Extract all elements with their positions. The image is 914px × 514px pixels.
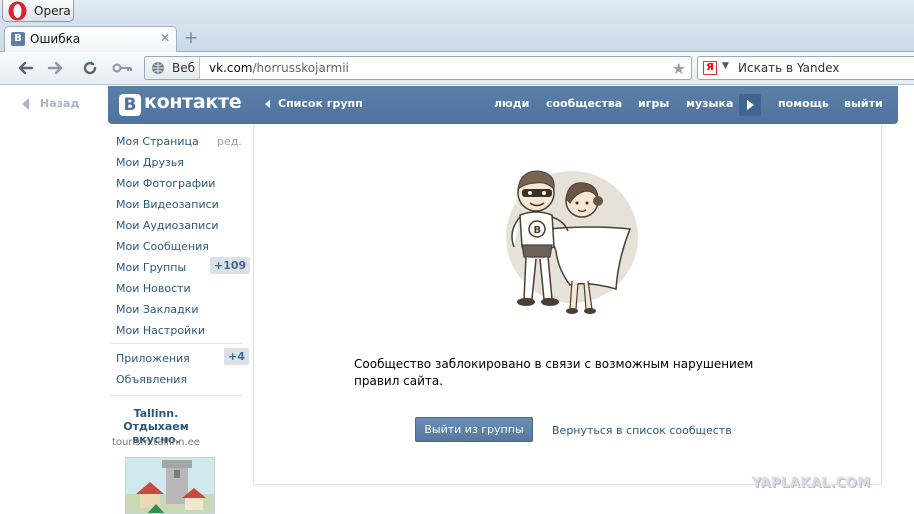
- groups-back-chevron-icon: [265, 100, 270, 108]
- sidebar-item-ads[interactable]: Объявления: [116, 373, 187, 386]
- sidebar-item-bookmarks[interactable]: Мои Закладки: [116, 303, 198, 316]
- url-path: /horrusskojarmii: [252, 61, 349, 75]
- sidebar-divider: [110, 343, 242, 344]
- back-chevron-icon: [22, 98, 29, 110]
- new-tab-plus-icon[interactable]: +: [183, 30, 199, 47]
- nav-more-button[interactable]: [739, 94, 761, 116]
- url-text: vk.com/horrusskojarmii: [209, 61, 349, 75]
- key-icon[interactable]: [110, 57, 136, 79]
- groups-list-link[interactable]: Список групп: [278, 97, 363, 110]
- nav-music[interactable]: музыка: [686, 97, 733, 110]
- sidebar-item-photos[interactable]: Мои Фотографии: [116, 177, 215, 190]
- vk-favicon-icon: В: [11, 32, 25, 46]
- sidebar-item-friends[interactable]: Мои Друзья: [116, 156, 184, 169]
- navigation-bar: Веб vk.com/horrusskojarmii ★ Я ▼ Искать …: [0, 52, 914, 85]
- forward-arrow-icon[interactable]: [45, 57, 67, 79]
- site-badge[interactable]: Веб: [145, 57, 200, 79]
- url-domain: vk.com: [209, 61, 253, 75]
- search-input[interactable]: Искать в Yandex: [738, 61, 839, 75]
- back-arrow-icon[interactable]: [14, 57, 36, 79]
- groups-count-badge[interactable]: +109: [210, 257, 251, 274]
- bookmark-star-icon[interactable]: ★: [672, 59, 686, 78]
- opera-logo-icon: [8, 1, 27, 21]
- sidebar-edit-link[interactable]: ред.: [217, 135, 242, 148]
- ad-image[interactable]: [125, 457, 215, 514]
- superhero-couple-illustration: B: [506, 170, 638, 314]
- tab-title: Ошибка: [30, 32, 81, 46]
- apps-count-badge[interactable]: +4: [224, 348, 249, 365]
- reload-icon[interactable]: [79, 57, 101, 79]
- vk-page: Назад В контакте Список групп люди сообщ…: [0, 86, 914, 514]
- sidebar-item-my-page[interactable]: Моя Страница: [116, 135, 199, 148]
- nav-people[interactable]: люди: [494, 97, 529, 110]
- back-link-label: Назад: [40, 97, 80, 110]
- leave-group-button[interactable]: Выйти из группы: [415, 417, 533, 442]
- vk-logo-text[interactable]: контакте: [144, 91, 242, 113]
- address-bar[interactable]: Веб vk.com/horrusskojarmii ★: [144, 56, 692, 80]
- vk-header: В контакте Список групп люди сообщества …: [108, 86, 898, 124]
- browser-title-strip: Opera: [0, 0, 914, 24]
- sidebar-divider: [110, 395, 242, 396]
- nav-help[interactable]: помощь: [778, 97, 829, 110]
- opera-menu-label: Opera: [34, 4, 71, 18]
- back-to-communities-link[interactable]: Вернуться в список сообществ: [552, 424, 732, 437]
- nav-games[interactable]: игры: [638, 97, 669, 110]
- tab-error[interactable]: В Ошибка ✕: [4, 26, 177, 52]
- close-icon[interactable]: ✕: [159, 32, 171, 44]
- sidebar-item-audio[interactable]: Мои Аудиозаписи: [116, 219, 219, 232]
- search-box[interactable]: Я ▼ Искать в Yandex: [697, 56, 914, 80]
- vk-logo-icon[interactable]: В: [119, 94, 141, 116]
- sidebar-item-groups[interactable]: Мои Группы: [116, 261, 186, 274]
- sidebar-item-apps[interactable]: Приложения: [116, 352, 190, 365]
- site-badge-label: Веб: [172, 61, 196, 75]
- blocked-message: Сообщество заблокировано в связи с возмо…: [354, 357, 754, 388]
- sidebar-item-settings[interactable]: Мои Настройки: [116, 324, 205, 337]
- opera-menu-button[interactable]: Opera: [2, 0, 74, 22]
- globe-icon: [152, 62, 164, 74]
- yaplakal-watermark: YAPLAKAL.COM: [752, 476, 871, 491]
- sidebar-item-videos[interactable]: Мои Видеозаписи: [116, 198, 219, 211]
- chevron-down-icon[interactable]: ▼: [722, 61, 729, 71]
- sidebar-item-news[interactable]: Мои Новости: [116, 282, 191, 295]
- svg-text:B: B: [534, 225, 542, 236]
- ad-domain[interactable]: tourism.tallinn.ee: [108, 437, 204, 448]
- nav-communities[interactable]: сообщества: [546, 97, 622, 110]
- nav-logout[interactable]: выйти: [844, 97, 883, 110]
- yandex-icon[interactable]: Я: [703, 61, 717, 75]
- main-content: B Сообщество заблокировано в связи с воз…: [253, 124, 882, 485]
- tab-bar: В Ошибка ✕ +: [0, 24, 914, 52]
- sidebar-item-messages[interactable]: Мои Сообщения: [116, 240, 209, 253]
- play-arrow-icon: [747, 100, 754, 110]
